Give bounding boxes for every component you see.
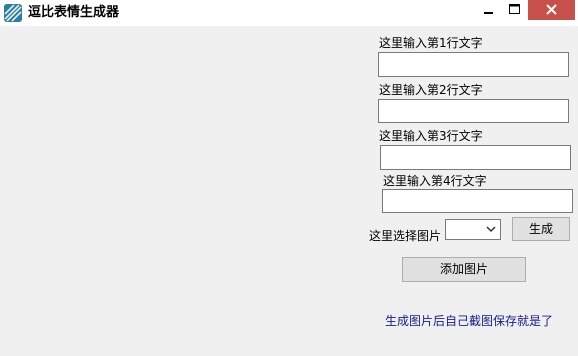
close-icon [546,4,557,15]
line3-label: 这里输入第3行文字 [379,129,483,143]
title-bar[interactable]: 逗比表情生成器 [0,0,578,26]
line4-label: 这里输入第4行文字 [383,174,487,188]
image-select-label: 这里选择图片 [369,229,442,243]
hint-text: 生成图片后自己截图保存就是了 [385,314,554,328]
line3-input[interactable] [380,145,571,170]
minimize-button[interactable] [475,0,501,20]
app-window: 逗比表情生成器 这里输入第1行文字 这里输入第2行文字 这里输入第3行文字 这里… [0,0,578,356]
line1-input[interactable] [378,52,569,77]
maximize-icon [509,4,520,14]
app-icon [4,4,22,22]
line2-label: 这里输入第2行文字 [379,83,483,97]
minimize-icon [484,12,493,14]
maximize-button[interactable] [501,0,528,20]
line1-label: 这里输入第1行文字 [379,36,483,50]
close-button[interactable] [528,0,575,20]
image-select-dropdown[interactable] [445,219,501,240]
chevron-down-icon [486,226,496,233]
window-title: 逗比表情生成器 [28,5,120,20]
line4-input[interactable] [382,189,573,213]
generate-button[interactable]: 生成 [512,217,570,241]
add-image-button[interactable]: 添加图片 [402,257,526,282]
line2-input[interactable] [378,99,569,123]
client-area: 这里输入第1行文字 这里输入第2行文字 这里输入第3行文字 这里输入第4行文字 … [0,26,578,356]
